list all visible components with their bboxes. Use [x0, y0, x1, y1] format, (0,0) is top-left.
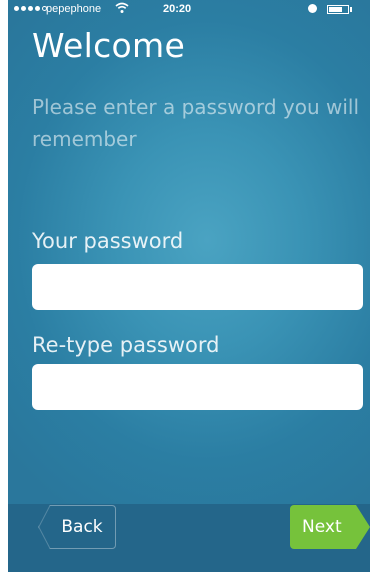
signal-dot	[21, 6, 26, 11]
battery-icon	[327, 5, 349, 14]
retype-password-field[interactable]	[32, 364, 363, 410]
app-screen: pepephone 20:20 Welcome Please enter a p…	[8, 0, 370, 572]
wifi-icon	[115, 2, 129, 17]
signal-dot	[14, 6, 19, 11]
password-field[interactable]	[32, 264, 363, 310]
back-button[interactable]: Back	[38, 505, 116, 549]
signal-strength-icon	[14, 6, 47, 11]
password-label: Your password	[32, 229, 184, 253]
page-subtitle: Please enter a password you will remembe…	[32, 95, 360, 151]
status-time: 20:20	[163, 3, 192, 15]
next-button[interactable]: Next	[290, 505, 370, 549]
status-bar: pepephone 20:20	[8, 0, 370, 20]
page-title: Welcome	[32, 26, 186, 65]
signal-dot	[28, 6, 33, 11]
alarm-icon	[308, 4, 317, 13]
retype-password-label: Re-type password	[32, 333, 220, 357]
battery-level-fill	[329, 7, 342, 12]
carrier-name: pepephone	[46, 3, 102, 15]
battery-tip	[350, 7, 352, 12]
signal-dot	[35, 6, 40, 11]
